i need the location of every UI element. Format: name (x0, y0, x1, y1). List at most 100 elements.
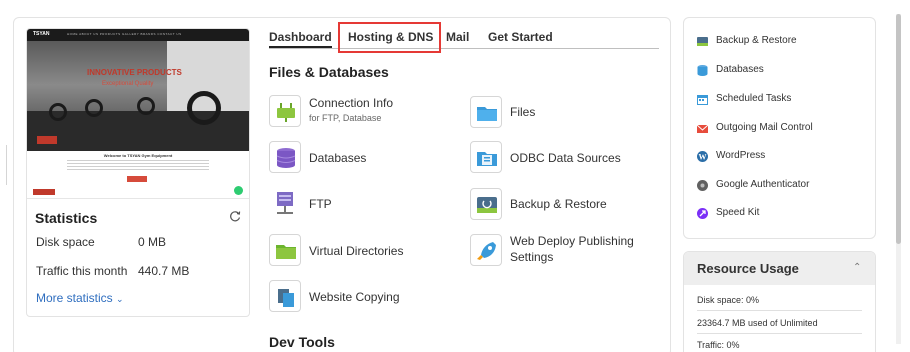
tool-icon-box (269, 188, 301, 220)
tool-virtual-directories[interactable]: Virtual Directories (269, 234, 459, 268)
preview-hero-title: INNOVATIVE PRODUCTS (87, 68, 182, 77)
svg-text:W: W (699, 153, 707, 162)
tool-sublabel: for FTP, Database (309, 113, 382, 123)
tool-ftp[interactable]: FTP (269, 188, 459, 222)
tool-connection-info[interactable]: Connection Info for FTP, Database (269, 95, 459, 129)
chevron-up-icon: ⌃ (853, 262, 862, 273)
quick-link-databases[interactable]: Databases (696, 63, 856, 79)
tool-label: ODBC Data Sources (510, 151, 621, 165)
tab-mail[interactable]: Mail (446, 30, 469, 44)
stat-label-disk: Disk space (36, 235, 95, 249)
tool-backup-restore[interactable]: Backup & Restore (470, 188, 650, 222)
preview-nav: TSYAN HOME ABOUT US PRODUCTS GALLERY BRA… (27, 29, 249, 41)
tool-label: Website Copying (309, 290, 400, 304)
tool-icon-box (470, 96, 502, 128)
preview-hero-subtitle: Exceptional Quality (102, 81, 154, 87)
preview-chat-dot (234, 186, 243, 195)
tab-highlight-box (338, 22, 441, 53)
tool-label: Files (510, 105, 536, 119)
refresh-icon[interactable] (228, 209, 242, 223)
preview-body-lines (67, 160, 209, 172)
tool-icon-box (269, 141, 301, 173)
quick-link-scheduled-tasks[interactable]: Scheduled Tasks (696, 92, 856, 108)
stat-label-traffic: Traffic this month (36, 264, 128, 278)
tool-icon-box (470, 234, 502, 266)
quick-link-outgoing-mail[interactable]: Outgoing Mail Control (696, 121, 866, 137)
disk-usage-detail: 23364.7 MB used of Unlimited (697, 318, 818, 328)
quick-link-label: Backup & Restore (716, 35, 797, 46)
tool-label: FTP (309, 197, 332, 211)
tool-odbc[interactable]: ODBC Data Sources (470, 141, 650, 175)
preview-bike (137, 97, 155, 115)
speed-kit-icon (697, 208, 708, 219)
odbc-icon (477, 152, 497, 166)
page: TSYAN HOME ABOUT US PRODUCTS GALLERY BRA… (0, 0, 910, 352)
quick-link-wordpress[interactable]: W WordPress (696, 149, 856, 165)
quick-link-label: WordPress (716, 150, 766, 161)
quick-link-label: Outgoing Mail Control (716, 122, 813, 133)
resource-usage-card: Resource Usage ⌃ Disk space: 0% 23364.7 … (683, 251, 876, 352)
tool-icon-box (269, 280, 301, 312)
tool-label: Connection Info (309, 96, 394, 110)
rocket-icon (477, 242, 496, 260)
preview-welcome: Welcome to TSYAN Gym Equipment (103, 153, 173, 158)
quick-link-backup-restore[interactable]: Backup & Restore (696, 34, 856, 50)
tool-databases[interactable]: Databases (269, 141, 459, 175)
stat-value-disk: 0 MB (138, 235, 167, 249)
dev-tools-title: Dev Tools (269, 334, 335, 350)
preview-menu: HOME ABOUT US PRODUCTS GALLERY BRANDS CO… (67, 32, 182, 36)
mail-icon (696, 124, 709, 133)
tool-web-deploy[interactable]: Web Deploy Publishing Settings (470, 234, 660, 268)
tool-label-line2: Settings (510, 250, 554, 264)
plug-icon (277, 103, 295, 122)
quick-link-speed-kit[interactable]: Speed Kit (696, 206, 856, 222)
tool-label: Databases (309, 151, 367, 165)
chevron-down-icon: ⌄ (116, 294, 124, 304)
quick-link-google-authenticator[interactable]: Google Authenticator (696, 178, 866, 194)
preview-bike (49, 103, 67, 121)
quick-link-label: Scheduled Tasks (716, 93, 792, 104)
tool-icon-box (470, 141, 502, 173)
tool-label: Backup & Restore (510, 197, 607, 211)
tool-icon-box (269, 95, 301, 127)
preview-bike (85, 99, 103, 117)
quick-link-label: Google Authenticator (716, 179, 810, 190)
calendar-icon (697, 95, 708, 105)
quick-link-label: Databases (716, 64, 764, 75)
files-databases-title: Files & Databases (269, 64, 389, 80)
traffic-usage-line: Traffic: 0% (697, 340, 740, 350)
authenticator-icon (697, 180, 708, 191)
left-edge-divider (6, 145, 7, 185)
database-icon (276, 148, 296, 168)
usage-divider (697, 310, 862, 311)
preview-button (127, 176, 147, 182)
resource-usage-header[interactable]: Resource Usage ⌃ (684, 252, 875, 285)
preview-bike (187, 91, 221, 125)
preview-logo: TSYAN (33, 31, 50, 37)
preview-red-bar (37, 136, 57, 144)
tab-get-started[interactable]: Get Started (488, 30, 553, 44)
scrollbar-thumb[interactable] (896, 14, 901, 244)
backup-icon (697, 37, 708, 46)
more-statistics-label: More statistics (36, 291, 113, 305)
preview-footer-button (33, 189, 55, 195)
resource-usage-title: Resource Usage (697, 261, 799, 276)
page-scrollbar[interactable] (896, 14, 901, 344)
tab-bar: Dashboard Hosting & DNS Mail Get Started (269, 29, 659, 49)
wordpress-icon: W (697, 151, 708, 162)
ftp-icon (277, 192, 293, 214)
tool-icon-box (470, 188, 502, 220)
quick-link-label: Speed Kit (716, 207, 760, 218)
tool-icon-box (269, 234, 301, 266)
backup-icon (477, 197, 497, 213)
preview-hero: INNOVATIVE PRODUCTS Exceptional Quality (27, 41, 249, 151)
more-statistics-link[interactable]: More statistics ⌄ (36, 291, 124, 305)
tool-files[interactable]: Files (470, 96, 650, 130)
tool-website-copying[interactable]: Website Copying (269, 280, 459, 314)
virtual-folder-icon (276, 245, 296, 259)
tool-label: Virtual Directories (309, 244, 404, 258)
stat-value-traffic: 440.7 MB (138, 264, 190, 278)
website-screenshot[interactable]: TSYAN HOME ABOUT US PRODUCTS GALLERY BRA… (27, 29, 249, 199)
tab-dashboard[interactable]: Dashboard (269, 30, 332, 48)
copy-icon (278, 289, 294, 307)
